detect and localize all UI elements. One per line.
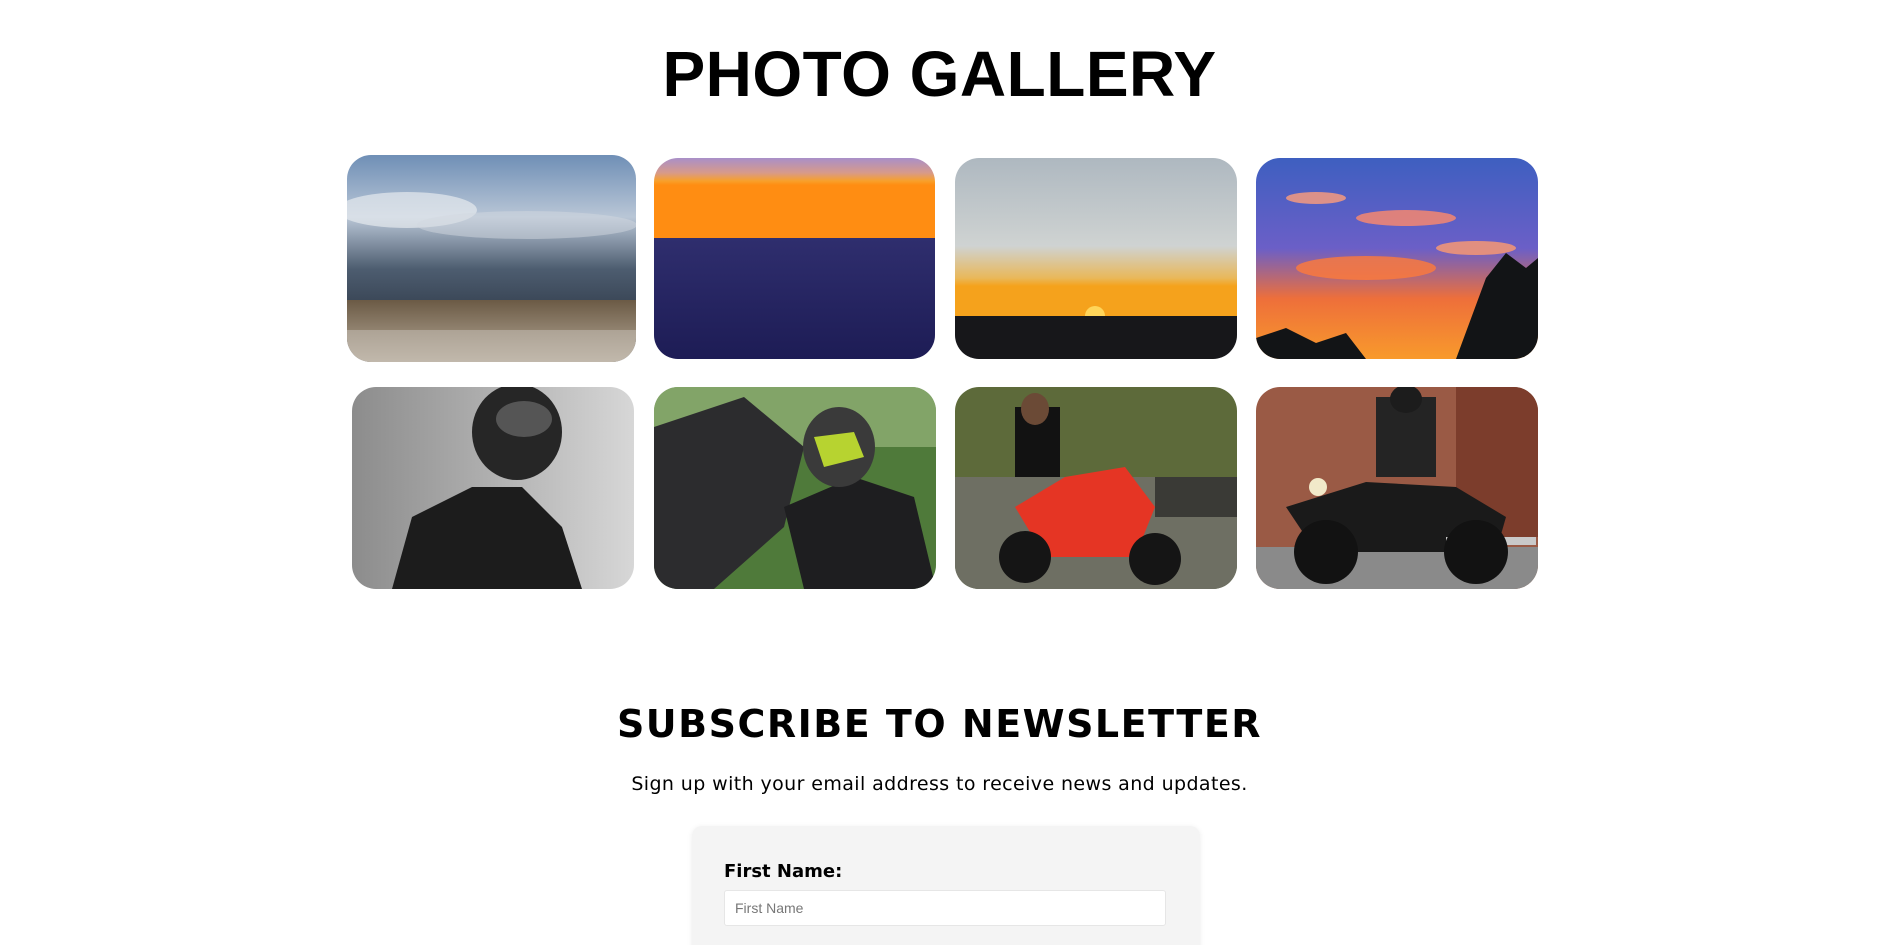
gallery-photo-field-sunset[interactable] (955, 158, 1237, 359)
gallery-photo-fiery-sky[interactable] (1256, 158, 1538, 359)
gallery-photo-cruiser-motorcycle[interactable] (1256, 387, 1538, 589)
fiery-sky-image (1256, 158, 1538, 359)
field-sunset-image (955, 158, 1237, 359)
gallery-photo-sport-bike[interactable] (654, 387, 936, 589)
helmet-rider-image (352, 387, 634, 589)
gallery-title: PHOTO GALLERY (662, 38, 1217, 110)
sport-bike-image (654, 387, 936, 589)
ocean-sunset-image (654, 158, 935, 359)
red-motorcycle-image (955, 387, 1237, 589)
first-name-label: First Name: (724, 861, 843, 882)
gallery-photo-red-motorcycle[interactable] (955, 387, 1237, 589)
gallery-photo-stormy-sky[interactable] (347, 155, 636, 362)
page: PHOTO GALLERY SUBSCRIBE TO NEWSLETTER Si… (0, 0, 1879, 945)
newsletter-form: First Name: (692, 826, 1200, 945)
first-name-input[interactable] (724, 890, 1166, 926)
gallery-photo-helmet-rider[interactable] (352, 387, 634, 589)
gallery-photo-ocean-sunset[interactable] (654, 158, 935, 359)
newsletter-subtitle: Sign up with your email address to recei… (631, 773, 1248, 795)
newsletter-title: SUBSCRIBE TO NEWSLETTER (616, 702, 1263, 746)
cruiser-motorcycle-image (1256, 387, 1538, 589)
stormy-sky-image (347, 155, 636, 362)
